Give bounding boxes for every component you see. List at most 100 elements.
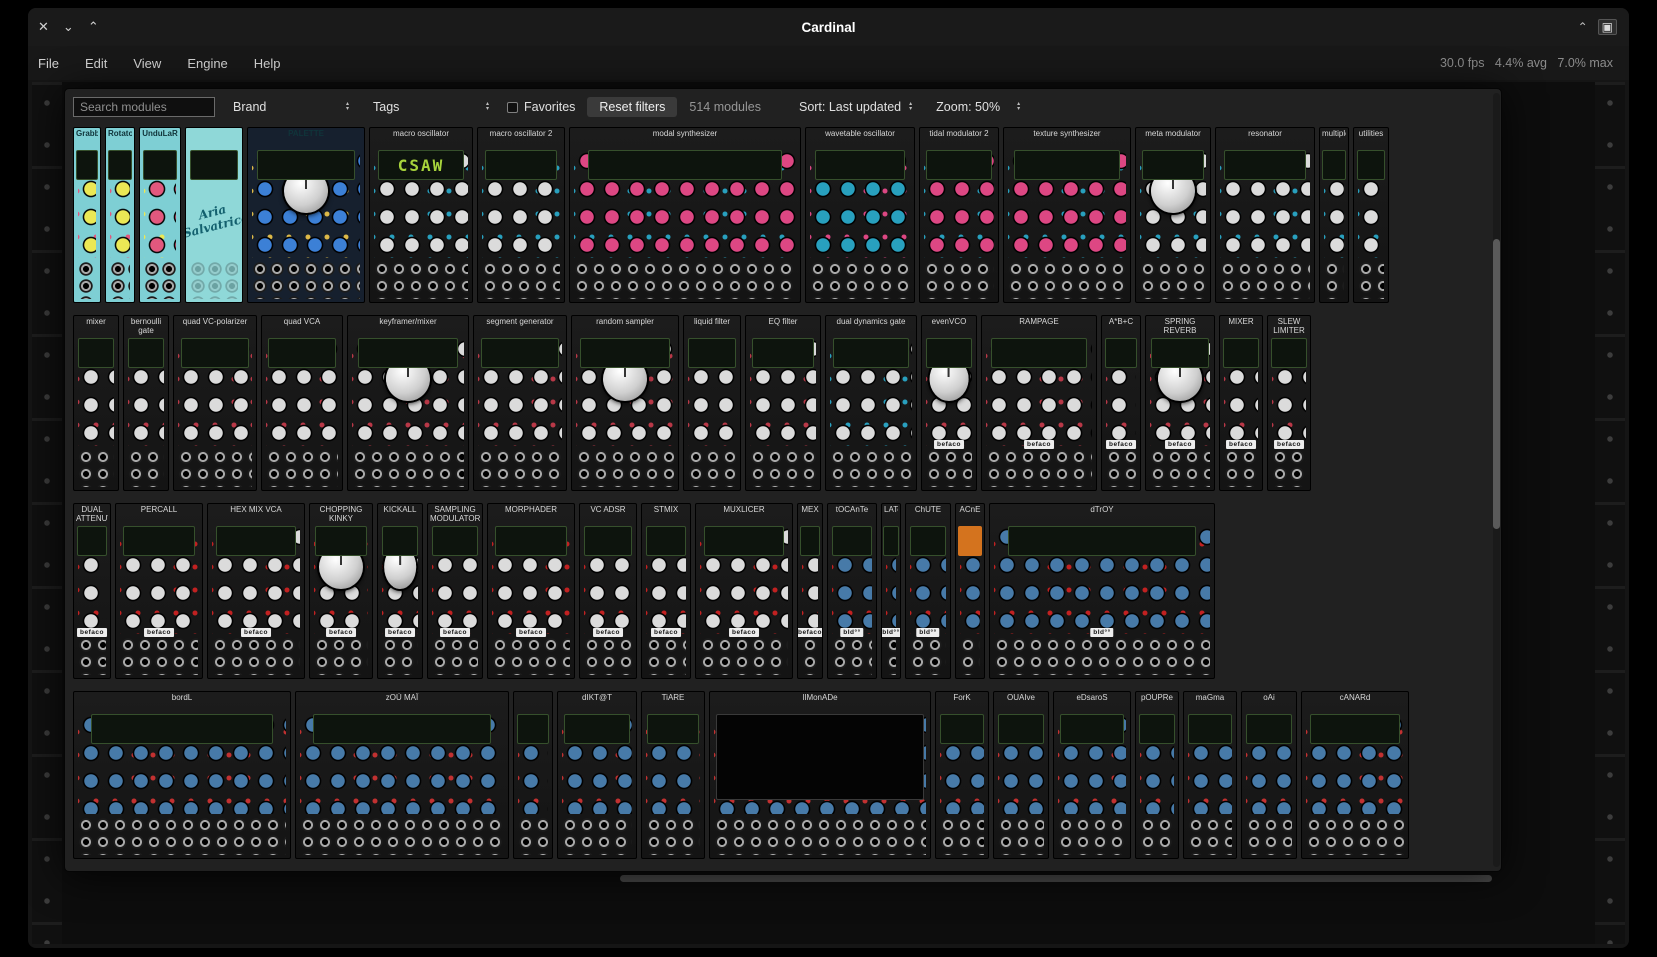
module-tile[interactable]: random sampler <box>571 315 679 491</box>
module-tile[interactable]: MUXLICER befaco <box>695 503 793 679</box>
module-artwork <box>805 134 915 303</box>
module-tile[interactable]: CHOPPING KINKY befaco <box>309 503 373 679</box>
module-tile[interactable]: maGma <box>1183 691 1237 859</box>
module-tile[interactable]: resonator <box>1215 127 1315 303</box>
module-tile[interactable]: tidal modulator 2 <box>919 127 999 303</box>
module-tile[interactable]: dual dynamics gate <box>825 315 917 491</box>
module-tile[interactable]: STMIX befaco <box>641 503 691 679</box>
module-tile[interactable]: cANARd <box>1301 691 1409 859</box>
module-tile[interactable]: eDsaroS <box>1053 691 1131 859</box>
module-tile[interactable]: dIKT@T <box>557 691 637 859</box>
module-tile[interactable]: bordL <box>73 691 291 859</box>
module-name: quad VCA <box>264 317 340 326</box>
module-tile[interactable]: ChUTE bId°° <box>905 503 951 679</box>
module-name: utilities <box>1356 129 1386 138</box>
module-name: lIMonADe <box>712 693 928 702</box>
horizontal-scrollbar[interactable] <box>620 875 1492 882</box>
module-tile[interactable]: MIXER befaco <box>1219 315 1263 491</box>
module-tile[interactable]: segment generator <box>473 315 567 491</box>
module-tile[interactable]: SPRING REVERB befaco <box>1145 315 1215 491</box>
module-tile[interactable]: A*B+C befaco <box>1101 315 1141 491</box>
module-tile[interactable]: HEX MIX VCA befaco <box>207 503 305 679</box>
module-tile[interactable]: ACnE <box>955 503 985 679</box>
menu-file[interactable]: File <box>38 56 59 71</box>
module-tile[interactable]: EQ filter <box>745 315 821 491</box>
menu-help[interactable]: Help <box>254 56 281 71</box>
module-tile[interactable]: multiples <box>1319 127 1349 303</box>
module-tile[interactable]: SAMPLING MODULATOR befaco <box>427 503 483 679</box>
favorites-filter[interactable]: Favorites <box>507 100 575 114</box>
module-name: CHOPPING KINKY <box>312 505 370 523</box>
module-brand-logo: befaco <box>241 628 271 637</box>
module-tile[interactable]: texture synthesizer <box>1003 127 1131 303</box>
module-tile[interactable]: mixer <box>73 315 119 491</box>
module-tile[interactable]: oAi <box>1241 691 1297 859</box>
module-tile[interactable]: TiARE <box>641 691 705 859</box>
favorites-checkbox[interactable] <box>507 102 518 113</box>
module-tile[interactable]: Grabby <box>73 127 101 303</box>
module-name: bernoulli gate <box>126 317 166 335</box>
module-tile[interactable]: utilities <box>1353 127 1389 303</box>
module-tile[interactable]: MEX befaco <box>797 503 823 679</box>
module-tile[interactable]: DUAL ATTENUVERTER befaco <box>73 503 111 679</box>
module-tile[interactable]: keyframer/mixer <box>347 315 469 491</box>
zoom-select[interactable]: Zoom: 50% ▴▾ <box>930 97 1026 117</box>
rack-rail-right <box>1595 82 1625 944</box>
module-tile[interactable]: MORPHADER befaco <box>487 503 575 679</box>
tags-select[interactable]: Tags ▴▾ <box>367 97 495 117</box>
module-name: VC ADSR <box>582 505 634 514</box>
module-row: bordL zOÙ MAÏ dIKT@T TiARE <box>73 691 1487 859</box>
module-name: evenVCO <box>924 317 974 326</box>
module-tile[interactable]: Rotatoes <box>105 127 135 303</box>
sort-select[interactable]: Sort: Last updated ▴▾ <box>793 97 918 117</box>
module-tile[interactable]: macro oscillator CSAW <box>369 127 473 303</box>
brand-select[interactable]: Brand ▴▾ <box>227 97 355 117</box>
module-tile[interactable]: lIMonADe <box>709 691 931 859</box>
module-tile[interactable]: wavetable oscillator <box>805 127 915 303</box>
dropdown-arrows-icon: ▴▾ <box>346 102 349 112</box>
module-tile[interactable]: LATe bId°° <box>881 503 901 679</box>
module-tile[interactable]: UnduLaR <box>139 127 181 303</box>
module-tile[interactable]: OUAIve <box>993 691 1049 859</box>
module-artwork <box>981 321 1097 491</box>
module-tile[interactable]: Aria Salvatrice <box>185 127 243 303</box>
module-name: wavetable oscillator <box>808 129 912 138</box>
module-name: liquid filter <box>686 317 738 326</box>
module-name: texture synthesizer <box>1006 129 1128 138</box>
module-tile[interactable]: liquid filter <box>683 315 741 491</box>
module-tile[interactable]: pOUPRe <box>1135 691 1179 859</box>
module-tile[interactable] <box>513 691 553 859</box>
vertical-scrollbar-thumb[interactable] <box>1493 239 1500 529</box>
module-tile[interactable]: zOÙ MAÏ <box>295 691 509 859</box>
menu-engine[interactable]: Engine <box>187 56 227 71</box>
module-tile[interactable]: SLEW LIMITER befaco <box>1267 315 1311 491</box>
module-tile[interactable]: ForK <box>935 691 989 859</box>
module-tile[interactable]: quad VCA <box>261 315 343 491</box>
module-brand-logo: bId°° <box>840 628 863 637</box>
module-tile[interactable]: VC ADSR befaco <box>579 503 637 679</box>
menu-view[interactable]: View <box>133 56 161 71</box>
module-tile[interactable]: dTrOY bId°° <box>989 503 1215 679</box>
module-tile[interactable]: PALETTE <box>247 127 365 303</box>
module-tile[interactable]: bernoulli gate <box>123 315 169 491</box>
module-tile[interactable]: evenVCO befaco <box>921 315 977 491</box>
module-tile[interactable]: modal synthesizer <box>569 127 801 303</box>
module-tile[interactable]: meta modulator <box>1135 127 1211 303</box>
reset-filters-button[interactable]: Reset filters <box>587 97 677 117</box>
dropdown-arrows-icon: ▴▾ <box>486 102 489 112</box>
shade-icon[interactable]: ⌃ <box>1578 20 1588 34</box>
module-tile[interactable]: macro oscillator 2 <box>477 127 565 303</box>
menu-edit[interactable]: Edit <box>85 56 107 71</box>
module-tile[interactable]: tOCAnTe bId°° <box>827 503 877 679</box>
titlebar-right-icons: ⌃▣ <box>1578 8 1617 46</box>
module-name: STMIX <box>644 505 688 514</box>
module-tile[interactable]: KICKALL befaco <box>377 503 423 679</box>
search-input[interactable] <box>73 97 215 117</box>
module-name: cANARd <box>1304 693 1406 702</box>
app-icon[interactable]: ▣ <box>1598 19 1617 35</box>
module-name: HEX MIX VCA <box>210 505 302 514</box>
module-brand-logo: befaco <box>797 628 823 637</box>
module-tile[interactable]: quad VC-polarizer <box>173 315 257 491</box>
module-tile[interactable]: PERCALL befaco <box>115 503 203 679</box>
module-tile[interactable]: RAMPAGE befaco <box>981 315 1097 491</box>
